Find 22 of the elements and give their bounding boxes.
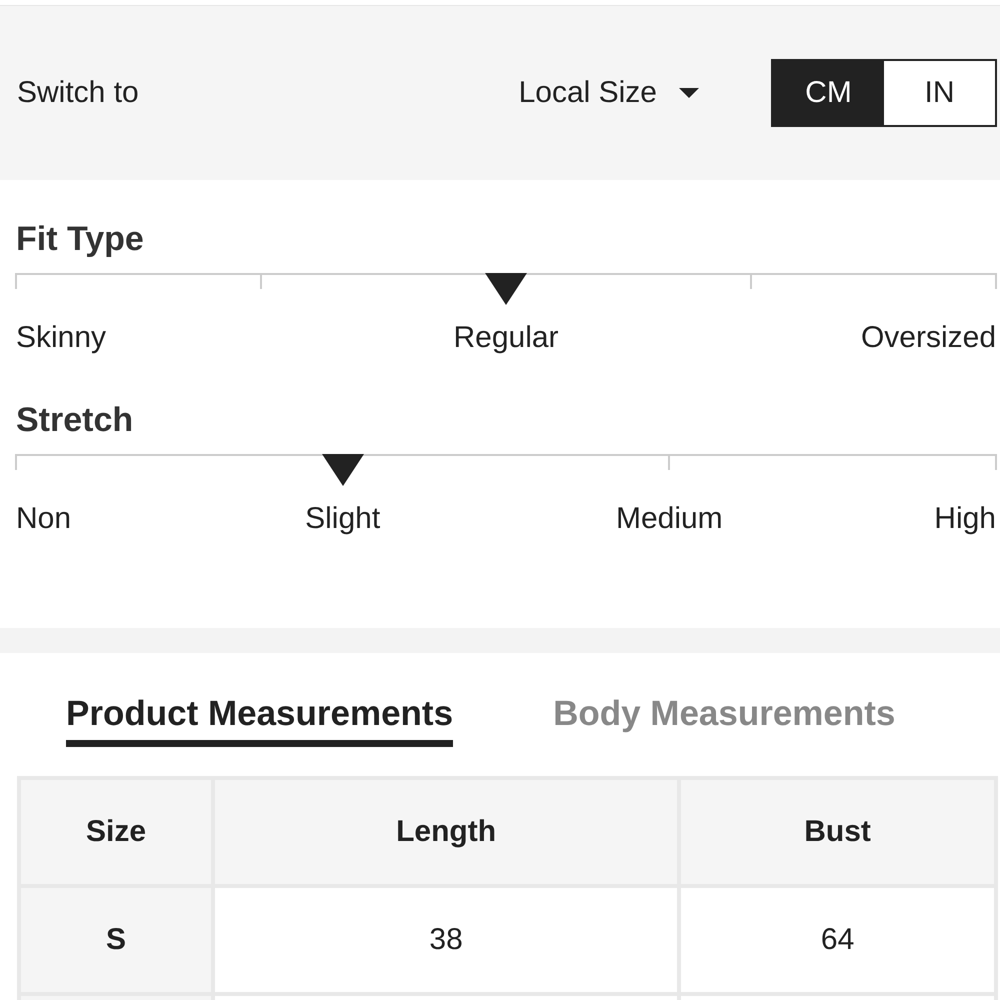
measurement-tab[interactable]: Product Measurements bbox=[66, 693, 454, 747]
table-cell: 64 bbox=[679, 886, 996, 994]
switch-label: Switch to bbox=[17, 76, 139, 110]
table-cell: S bbox=[19, 886, 213, 994]
column-header: Length bbox=[213, 778, 680, 886]
scale-label: Non bbox=[16, 502, 72, 536]
scale-title: Stretch bbox=[16, 401, 134, 441]
measurement-tab[interactable]: Body Measurements bbox=[553, 693, 896, 747]
caret-icon bbox=[679, 88, 699, 98]
unit-toggle[interactable]: CM bbox=[773, 61, 884, 125]
scale-label: Slight bbox=[305, 502, 380, 536]
size-dropdown[interactable]: Local Size bbox=[518, 76, 699, 110]
scale-title: Fit Type bbox=[16, 220, 145, 260]
scale-label: Skinny bbox=[16, 321, 106, 355]
scale-label: Regular bbox=[453, 321, 559, 355]
column-header: Bust bbox=[679, 778, 996, 886]
unit-toggle[interactable]: IN bbox=[884, 61, 995, 125]
scale-label: Medium bbox=[616, 502, 723, 536]
scale-label: High bbox=[934, 502, 996, 536]
scale-label: Oversized bbox=[860, 321, 996, 355]
table-cell: 38 bbox=[213, 886, 680, 994]
column-header: Size bbox=[19, 778, 213, 886]
